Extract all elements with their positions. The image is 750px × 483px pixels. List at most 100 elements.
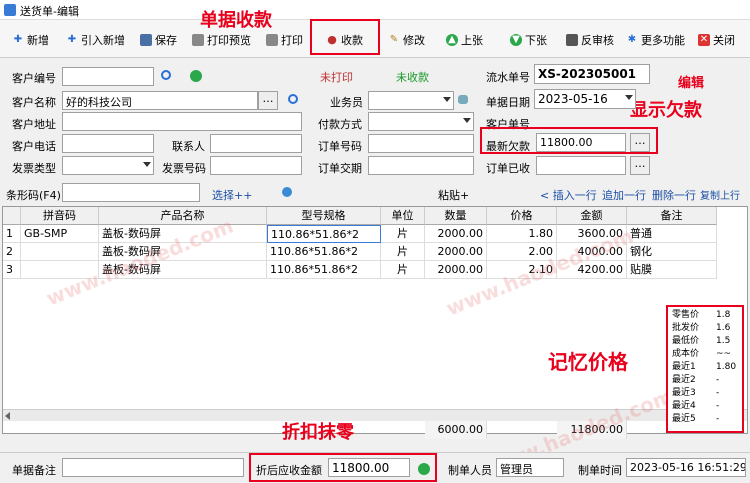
annotation-discount: 折扣抹零: [282, 422, 354, 443]
quantity-cell[interactable]: 2000.00: [425, 261, 487, 279]
copy-row-link[interactable]: 复制上行: [700, 187, 740, 202]
annotation-edit: 编辑: [678, 76, 705, 91]
chevron-down-icon: [443, 97, 451, 102]
scroll-left-icon[interactable]: [5, 412, 10, 420]
customer-no-input[interactable]: [62, 67, 154, 86]
barcode-label: 条形码(F4): [6, 189, 61, 202]
confirm-icon[interactable]: [418, 463, 430, 475]
address-input[interactable]: [62, 112, 302, 131]
edit-button[interactable]: ✎ 修改: [388, 30, 425, 50]
calendar-dropdown-icon: [625, 95, 633, 100]
time-label: 制单时间: [578, 464, 622, 477]
plus-icon: ✚: [13, 34, 23, 45]
serial-label: 流水单号: [486, 71, 530, 84]
more-functions-button[interactable]: ✱ 更多功能: [626, 30, 685, 50]
row-number-header: [3, 207, 21, 225]
unaudit-button[interactable]: 反审核: [566, 30, 614, 50]
salesman-select[interactable]: [368, 91, 454, 110]
search-icon[interactable]: [161, 70, 171, 80]
price-header[interactable]: 价格: [487, 207, 557, 225]
date-input[interactable]: 2023-05-16: [534, 89, 636, 109]
debt-input[interactable]: 11800.00: [536, 133, 626, 152]
unit-cell[interactable]: 片: [381, 225, 425, 243]
receivable-label: 折后应收金额: [256, 464, 322, 477]
amount-header[interactable]: 金额: [557, 207, 627, 225]
price-memory-panel: 零售价 1.8 批发价 1.6 最低价 1.5 成本价 ~~ 最近1 1.80 最近2- …: [666, 305, 744, 433]
phone-input[interactable]: [62, 134, 154, 153]
note-header[interactable]: 备注: [627, 207, 717, 225]
paste-link[interactable]: 粘贴+: [438, 187, 469, 203]
unit-header[interactable]: 单位: [381, 207, 425, 225]
new-button[interactable]: ✚ 新增: [12, 30, 49, 50]
customer-name-input[interactable]: 好的科技公司: [62, 91, 258, 110]
chevron-down-icon: [143, 162, 151, 167]
gear-icon: ✱: [627, 34, 637, 45]
close-button[interactable]: ✕ 关闭: [698, 30, 735, 50]
product-name-header[interactable]: 产品名称: [99, 207, 267, 225]
footer-bar: 单据备注 折后应收金额 11800.00 制单人员 管理员 制单时间 2023-…: [0, 452, 750, 483]
debt-label: 最新欠款: [486, 140, 530, 153]
pay-method-select[interactable]: [368, 112, 474, 131]
print-button[interactable]: 打印: [266, 30, 303, 50]
note-cell[interactable]: 钢化: [627, 243, 717, 261]
invoice-type-select[interactable]: [62, 156, 154, 175]
next-button[interactable]: ▼ 下张: [510, 30, 547, 50]
barcode-input[interactable]: [62, 183, 200, 202]
customer-picker-button[interactable]: …: [258, 91, 278, 110]
pinyin-header[interactable]: 拼音码: [21, 207, 99, 225]
spec-cell[interactable]: 110.86*51.86*2: [267, 225, 381, 243]
pinyin-cell[interactable]: [21, 243, 99, 261]
price-row: 最近3-: [672, 388, 720, 398]
quantity-cell[interactable]: 2000.00: [425, 225, 487, 243]
price-row: 最近1 1.80: [672, 362, 737, 372]
address-label: 客户地址: [12, 118, 56, 131]
delete-row-link[interactable]: 删除一行: [652, 187, 696, 203]
contact-input[interactable]: [210, 134, 302, 153]
contact-label: 联系人: [172, 140, 205, 153]
note-cell[interactable]: 普通: [627, 225, 717, 243]
eraser-icon[interactable]: [458, 95, 468, 104]
received-label: 订单已收: [486, 162, 530, 175]
price-row: 成本价 ~~: [672, 349, 732, 359]
order-no-input[interactable]: [368, 134, 474, 153]
search-icon[interactable]: [288, 94, 298, 104]
received-input[interactable]: [536, 156, 626, 175]
save-button[interactable]: 保存: [140, 30, 177, 50]
insert-row-link[interactable]: < 插入一行: [540, 187, 597, 203]
import-new-button[interactable]: ✚ 引入新增: [66, 30, 125, 50]
prev-button[interactable]: ▲ 上张: [446, 30, 483, 50]
unit-cell[interactable]: 片: [381, 261, 425, 279]
serial-input[interactable]: XS-202305001: [534, 64, 650, 84]
receivable-input[interactable]: 11800.00: [328, 458, 410, 477]
down-arrow-icon: ▼: [510, 34, 522, 46]
chevron-down-icon: [463, 118, 471, 123]
quantity-cell[interactable]: 2000.00: [425, 243, 487, 261]
spec-cell[interactable]: 110.86*51.86*2: [267, 243, 381, 261]
debt-detail-button[interactable]: …: [630, 133, 650, 152]
select-link[interactable]: 选择++: [212, 187, 252, 203]
invoice-no-input[interactable]: [210, 156, 302, 175]
delivery-input[interactable]: [368, 156, 474, 175]
save-icon: [140, 34, 152, 46]
invoice-no-label: 发票号码: [162, 162, 206, 175]
title-bar: 送货单-编辑: [0, 0, 750, 20]
pinyin-cell[interactable]: GB-SMP: [21, 225, 99, 243]
price-cell[interactable]: 1.80: [487, 225, 557, 243]
customer-no-label: 客户编号: [12, 72, 56, 85]
refresh-icon[interactable]: [190, 70, 202, 82]
unit-cell[interactable]: 片: [381, 243, 425, 261]
spec-header[interactable]: 型号规格: [267, 207, 381, 225]
print-preview-button[interactable]: 打印预览: [192, 30, 251, 50]
append-row-link[interactable]: 追加一行: [602, 187, 646, 203]
price-row: 最近5-: [672, 414, 720, 424]
note-cell[interactable]: 贴膜: [627, 261, 717, 279]
globe-icon[interactable]: [282, 187, 292, 197]
collect-status: 未收款: [396, 71, 429, 84]
price-row: 最低价 1.5: [672, 336, 731, 346]
quantity-header[interactable]: 数量: [425, 207, 487, 225]
phone-label: 客户电话: [12, 140, 56, 153]
remark-input[interactable]: [62, 458, 244, 477]
spec-cell[interactable]: 110.86*51.86*2: [267, 261, 381, 279]
close-icon: ✕: [698, 34, 710, 46]
received-detail-button[interactable]: …: [630, 156, 650, 175]
